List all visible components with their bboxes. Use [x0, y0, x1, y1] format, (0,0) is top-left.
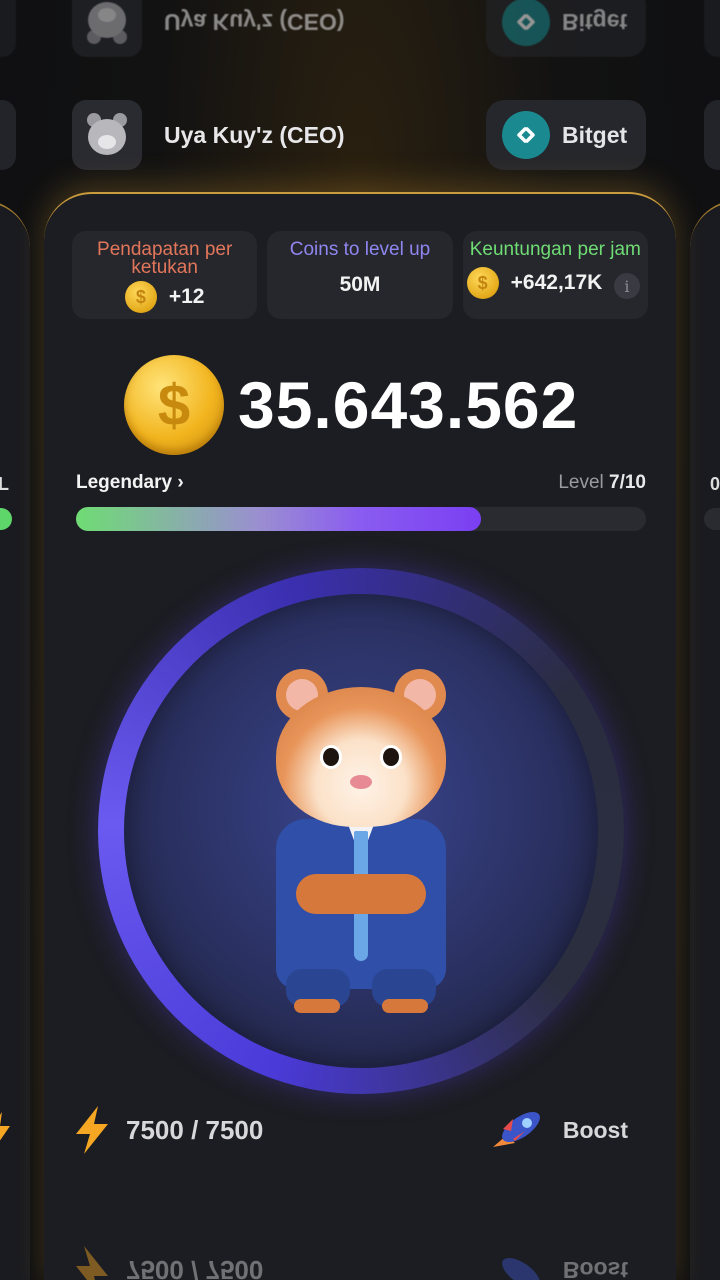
exchange-label: Bitget — [562, 121, 628, 148]
rocket-icon — [501, 1257, 540, 1280]
stat-label: Coins to level up — [289, 239, 431, 260]
tap-button-inner — [124, 594, 598, 1068]
lightning-icon — [0, 1112, 10, 1141]
coin-icon: $ — [124, 281, 157, 313]
level-indicator: Level 7/10 — [558, 472, 646, 493]
energy-value-reflection: 7500 / 7500 — [126, 1255, 264, 1280]
stat-value: 50M — [339, 273, 381, 296]
info-icon[interactable]: i — [613, 273, 640, 299]
avatar[interactable] — [72, 100, 142, 170]
level-progress-bar — [76, 507, 646, 531]
stat-coins-to-level-up[interactable]: Coins to level up 50M — [267, 231, 453, 319]
hamster-ceo-character — [276, 669, 446, 1019]
chevron-right-icon: › — [177, 472, 184, 493]
tap-button[interactable] — [98, 568, 624, 1094]
stat-label: Keuntungan per jam — [469, 239, 641, 260]
bitget-logo-icon — [502, 0, 550, 46]
hamster-avatar-icon — [84, 0, 130, 44]
stats-row: Pendapatan per ketukan $ +12 Coins to le… — [72, 231, 648, 319]
left-card-stub — [0, 100, 16, 170]
boost-label-reflection: Boost — [562, 1257, 628, 1280]
exchange-button[interactable]: Bitget — [486, 100, 646, 170]
left-edge-label: L — [0, 474, 9, 494]
bitget-logo-icon — [502, 111, 550, 159]
app-screen: Uya Kuy'z (CEO) Bitget Uya Kuy'z (CEO) B… — [0, 0, 720, 1280]
coin-icon: $ — [124, 355, 224, 455]
stat-earn-per-tap[interactable]: Pendapatan per ketukan $ +12 — [72, 231, 258, 319]
right-edge-progress — [704, 508, 720, 530]
balance: $ 35.643.562 — [124, 355, 578, 455]
left-card-stub — [0, 0, 16, 57]
lightning-icon — [76, 1106, 108, 1154]
exchange-button-reflection: Bitget — [486, 0, 646, 57]
exchange-label: Bitget — [562, 9, 628, 36]
right-side-card — [690, 200, 720, 1280]
user-name[interactable]: Uya Kuy'z (CEO) — [164, 122, 345, 149]
right-card-stub — [704, 100, 720, 170]
hamster-avatar-icon — [84, 113, 130, 157]
boost-label: Boost — [562, 1116, 628, 1143]
energy-value: 7500 / 7500 — [126, 1114, 264, 1145]
header: Uya Kuy'z (CEO) Bitget — [0, 92, 720, 182]
user-name-reflection: Uya Kuy'z (CEO) — [164, 9, 345, 35]
rocket-icon — [492, 1111, 540, 1147]
level-progress-fill — [76, 507, 481, 531]
stat-value: +12 — [168, 285, 205, 308]
right-edge-label: 0 — [709, 474, 720, 494]
rank-link[interactable]: Legendary › — [76, 472, 184, 494]
stat-profit-per-hour[interactable]: Keuntungan per jam $ +642,17K i — [462, 231, 648, 319]
energy-indicator: 7500 / 7500 — [72, 1106, 263, 1154]
bottom-bar: 7500 / 7500 Boost — [72, 1100, 648, 1160]
bottom-bar-reflection: 7500 / 7500 Boost — [72, 1240, 648, 1280]
lightning-icon — [76, 1246, 108, 1280]
avatar — [72, 0, 142, 57]
stat-value: +642,17K — [510, 271, 603, 294]
boost-button[interactable]: Boost — [485, 1105, 628, 1155]
stat-label: Pendapatan per ketukan — [97, 239, 233, 278]
right-card-stub — [704, 0, 720, 57]
balance-value: 35.643.562 — [238, 368, 579, 442]
level-row: Legendary › Level 7/10 — [76, 472, 646, 494]
coin-icon: $ — [466, 267, 499, 299]
header-reflection: Uya Kuy'z (CEO) Bitget — [0, 0, 720, 65]
